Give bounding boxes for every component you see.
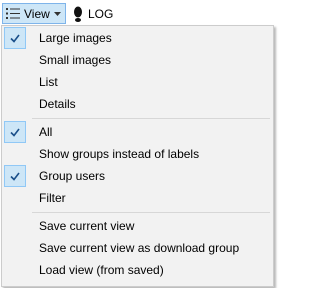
menu-item-list[interactable]: List [2,71,273,93]
checkmark-icon [4,165,26,187]
log-label: LOG [88,6,114,21]
chevron-down-icon [53,10,61,18]
view-dropdown-menu: Large images Small images List Details A… [1,25,274,287]
list-icon [6,7,20,20]
menu-item-label: List [39,75,58,89]
checkmark-icon [4,27,26,49]
menu-item-group-users[interactable]: Group users [2,165,273,187]
menu-separator [32,118,270,119]
menu-item-label: Load view (from saved) [39,263,164,277]
menu-item-label: Save current view as download group [39,241,240,255]
menu-item-label: Group users [39,169,106,183]
menu-item-label: Large images [39,31,112,45]
menu-item-save-current-view[interactable]: Save current view [2,215,273,237]
menu-item-label: Details [39,97,76,111]
menu-item-show-groups[interactable]: Show groups instead of labels [2,143,273,165]
menu-item-label: Small images [39,53,112,67]
menu-item-details[interactable]: Details [2,93,273,115]
menu-item-label: Filter [39,191,66,205]
menu-item-all[interactable]: All [2,121,273,143]
view-menu-button[interactable]: View [2,3,66,24]
menu-separator [32,212,270,213]
menu-item-label: Save current view [39,219,135,233]
toolbar: View LOG [0,0,283,27]
view-menu-label: View [24,6,50,21]
menu-item-large-images[interactable]: Large images [2,27,273,49]
menu-item-label: Show groups instead of labels [39,147,200,161]
menu-item-label: All [39,125,53,139]
log-button[interactable]: LOG [71,3,113,24]
menu-item-load-view[interactable]: Load view (from saved) [2,259,273,281]
menu-item-save-view-download-group[interactable]: Save current view as download group [2,237,273,259]
menu-item-filter[interactable]: Filter [2,187,273,209]
checkmark-icon [4,121,26,143]
menu-item-small-images[interactable]: Small images [2,49,273,71]
footprint-icon [73,6,83,22]
